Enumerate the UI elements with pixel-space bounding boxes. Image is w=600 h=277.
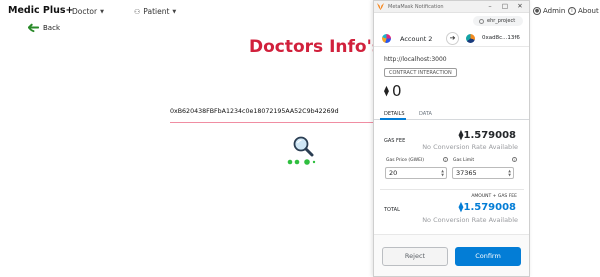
nav-about-label: About bbox=[578, 7, 599, 15]
window-titlebar[interactable]: MetaMask Notification – □ ✕ bbox=[374, 1, 529, 13]
maximize-icon[interactable]: □ bbox=[500, 2, 510, 10]
info-icon: i bbox=[568, 7, 576, 15]
nav-admin[interactable]: ● Admin bbox=[533, 7, 565, 15]
window-title: MetaMask Notification bbox=[388, 3, 444, 10]
stepper-arrows-icon[interactable]: ▲ ▼ bbox=[441, 169, 444, 177]
page-title: Doctors Info's bbox=[249, 37, 382, 57]
caret-down-icon: ▼ bbox=[172, 8, 177, 15]
address-input-underline bbox=[170, 122, 375, 123]
account-row: Account 2 ➔ 0xad8c...13f6 bbox=[374, 29, 529, 47]
recipient-address[interactable]: 0xad8c...13f6 bbox=[482, 35, 520, 41]
app-right-edge bbox=[530, 24, 600, 277]
nav-patient-menu[interactable]: ⚇ Patient ▼ bbox=[134, 7, 176, 16]
transaction-type-badge: CONTRACT INTERACTION bbox=[384, 68, 457, 77]
gas-price-value: 20 bbox=[389, 169, 398, 177]
details-tabs: DETAILS DATA bbox=[374, 108, 529, 120]
total-label: TOTAL bbox=[384, 207, 400, 213]
search-icon[interactable] bbox=[292, 135, 314, 157]
back-button[interactable]: Back bbox=[28, 22, 60, 33]
total-value: ⧫1.579008 bbox=[459, 202, 516, 213]
tab-data[interactable]: DATA bbox=[419, 111, 432, 117]
network-selector[interactable]: ehr_project bbox=[473, 16, 523, 26]
stepper-arrows-icon[interactable]: ▲ ▼ bbox=[508, 169, 511, 177]
amount-gas-label: AMOUNT + GAS FEE bbox=[471, 194, 517, 199]
tab-details[interactable]: DETAILS bbox=[384, 111, 405, 117]
nav-patient-label: Patient bbox=[143, 7, 170, 16]
nav-admin-label: Admin bbox=[543, 7, 566, 15]
person-icon: ⚇ bbox=[134, 7, 141, 16]
address-input[interactable]: 0xB620438FBFbA1234c0e18072195AA52C9b4226… bbox=[170, 108, 375, 120]
metamask-fox-icon bbox=[377, 3, 384, 10]
gas-limit-input[interactable]: 37365 ▲ ▼ bbox=[452, 167, 514, 179]
info-icon[interactable]: i bbox=[512, 157, 517, 162]
request-origin: http://localhost:3000 bbox=[384, 56, 447, 63]
sender-account-name: Account 2 bbox=[400, 35, 433, 43]
confirm-button[interactable]: Confirm bbox=[455, 247, 521, 266]
gas-fee-label: GAS FEE bbox=[384, 138, 406, 144]
nav-about[interactable]: i About bbox=[568, 7, 599, 15]
page: Medic Plus+ Doctor ▼ ⚇ Patient ▼ ● Admin… bbox=[0, 0, 600, 277]
network-status-icon bbox=[479, 18, 484, 24]
gas-fee-conversion: No Conversion Rate Available bbox=[422, 143, 518, 151]
loading-dots-icon bbox=[287, 159, 316, 165]
back-label: Back bbox=[43, 23, 60, 32]
gas-price-input[interactable]: 20 ▲ ▼ bbox=[385, 167, 447, 179]
total-amount: 1.579008 bbox=[463, 202, 516, 213]
recipient-avatar bbox=[466, 34, 475, 43]
total-conversion: No Conversion Rate Available bbox=[422, 216, 518, 224]
gas-fee-value: ⧫1.579008 bbox=[459, 130, 516, 141]
metamask-window: MetaMask Notification – □ ✕ ehr_project … bbox=[373, 0, 530, 277]
back-arrow-icon bbox=[28, 23, 39, 33]
sender-avatar bbox=[382, 34, 391, 43]
caret-down-icon: ▼ bbox=[100, 8, 104, 15]
arrow-right-icon: ➔ bbox=[446, 32, 459, 45]
gas-limit-label: Gas Limit bbox=[453, 158, 475, 163]
gas-fee-amount: 1.579008 bbox=[463, 130, 516, 141]
eth-icon: ⧫ bbox=[384, 85, 389, 97]
close-icon[interactable]: ✕ bbox=[515, 2, 525, 10]
admin-icon: ● bbox=[533, 7, 541, 15]
section-divider bbox=[380, 189, 524, 190]
action-footer: Reject Confirm bbox=[374, 234, 529, 276]
nav-doctor-label: Doctor bbox=[72, 7, 98, 16]
transaction-amount: ⧫ 0 bbox=[384, 82, 402, 100]
active-tab-indicator bbox=[380, 118, 406, 120]
gas-price-label: Gas Price (GWEI) bbox=[386, 158, 425, 163]
amount-value: 0 bbox=[391, 82, 402, 100]
nav-doctor-menu[interactable]: Doctor ▼ bbox=[72, 7, 104, 16]
gas-limit-value: 37365 bbox=[456, 169, 477, 177]
brand-logo[interactable]: Medic Plus+ bbox=[8, 5, 74, 16]
reject-button[interactable]: Reject bbox=[382, 247, 448, 266]
minimize-icon[interactable]: – bbox=[485, 2, 495, 10]
network-name: ehr_project bbox=[487, 18, 516, 24]
info-icon[interactable]: i bbox=[443, 157, 448, 162]
